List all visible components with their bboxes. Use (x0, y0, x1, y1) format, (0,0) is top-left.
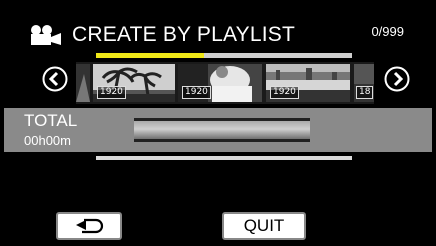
playlist-gauge (134, 118, 310, 142)
thumbnail-item[interactable]: 1920 (93, 64, 175, 102)
thumbnail-item[interactable]: 1920 (178, 64, 262, 102)
return-arrow-icon (76, 218, 104, 234)
quit-button[interactable]: QUIT (222, 212, 306, 240)
thumbnail-label: 18 (356, 86, 374, 99)
total-label: TOTAL (24, 111, 78, 130)
page-title: CREATE BY PLAYLIST (72, 23, 296, 46)
thumbnail-item[interactable]: 1920 (266, 64, 350, 102)
divider (96, 156, 352, 160)
thumbnail-strip[interactable]: 1920 1920 1920 18 (76, 62, 374, 104)
movie-camera-icon (31, 25, 61, 45)
back-button[interactable] (56, 212, 122, 240)
thumbnail-item[interactable]: 18 (354, 64, 374, 102)
total-time: 00h00m (24, 133, 71, 148)
thumbnail-partial-left[interactable] (76, 64, 90, 102)
thumbnail-label: 1920 (182, 86, 211, 99)
header: CREATE BY PLAYLIST (28, 20, 295, 50)
chevron-left-icon[interactable] (42, 66, 68, 92)
scroll-position-fill (96, 53, 204, 58)
thumbnail-label: 1920 (97, 86, 126, 99)
thumbnail-label: 1920 (270, 86, 299, 99)
playlist-counter: 0/999 (371, 24, 404, 39)
chevron-right-icon[interactable] (384, 66, 410, 92)
scroll-position-bar (96, 53, 352, 58)
